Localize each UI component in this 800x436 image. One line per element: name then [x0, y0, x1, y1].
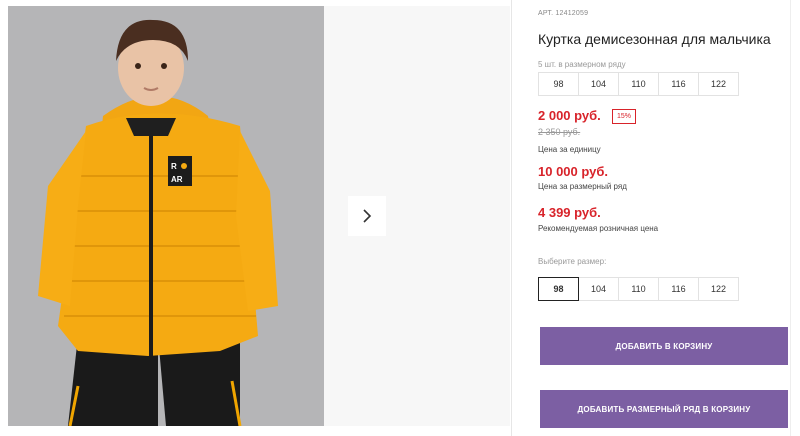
product-info-panel: АРТ. 12412059 Куртка демисезонная для ма… — [538, 0, 800, 436]
old-price: 2 350 руб. — [538, 127, 581, 137]
size-option-104[interactable]: 104 — [578, 277, 619, 301]
size-row-label: 5 шт. в размерном ряду — [538, 60, 626, 69]
size-row-item: 122 — [698, 72, 739, 96]
size-picker: 98 104 110 116 122 — [538, 277, 739, 301]
add-to-cart-button[interactable]: ДОБАВИТЬ В КОРЗИНУ — [540, 327, 788, 365]
unit-price: 2 000 руб. — [538, 108, 601, 123]
gallery-next-button[interactable] — [348, 196, 386, 236]
size-option-122[interactable]: 122 — [698, 277, 739, 301]
column-divider — [511, 0, 512, 436]
size-row-item: 116 — [658, 72, 699, 96]
size-picker-label: Выберите размер: — [538, 257, 607, 266]
product-sku: АРТ. 12412059 — [538, 10, 589, 17]
unit-price-note: Цена за единицу — [538, 145, 601, 154]
size-row-list: 98 104 110 116 122 — [538, 72, 739, 96]
size-row-price: 10 000 руб. — [538, 164, 609, 179]
size-row-item: 104 — [578, 72, 619, 96]
product-gallery: R AR — [0, 0, 512, 436]
add-size-row-to-cart-button[interactable]: ДОБАВИТЬ РАЗМЕРНЫЙ РЯД В КОРЗИНУ — [540, 390, 788, 428]
size-row-price-note: Цена за размерный ряд — [538, 182, 627, 191]
boy-in-yellow-jacket-image: R AR — [8, 6, 324, 426]
chevron-right-icon — [363, 209, 372, 223]
discount-badge: 15% — [612, 109, 637, 124]
size-option-110[interactable]: 110 — [618, 277, 659, 301]
size-option-98[interactable]: 98 — [538, 277, 579, 301]
product-title: Куртка демисезонная для мальчика — [538, 31, 771, 47]
retail-price-note: Рекомендуемая розничная цена — [538, 224, 659, 233]
size-row-item: 98 — [538, 72, 579, 96]
retail-price: 4 399 руб. — [538, 205, 601, 220]
svg-text:R: R — [171, 162, 177, 171]
product-photo: R AR — [8, 6, 324, 426]
svg-text:AR: AR — [171, 175, 183, 184]
size-option-116[interactable]: 116 — [658, 277, 699, 301]
page-edge-divider — [790, 0, 791, 436]
size-row-item: 110 — [618, 72, 659, 96]
